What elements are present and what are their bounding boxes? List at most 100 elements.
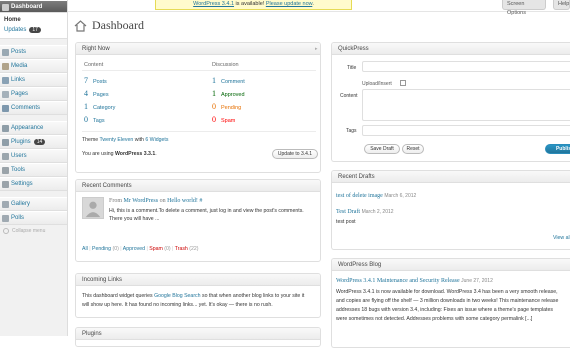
sidebar-item-dashboard[interactable]: Dashboard — [0, 0, 67, 13]
dashboard-submenu: Home Updates 17 — [0, 13, 67, 39]
collapse-menu-button[interactable]: Collapse menu — [0, 225, 67, 237]
widgets-link[interactable]: 6 Widgets — [145, 137, 168, 143]
collapse-arrow-icon — [3, 228, 9, 234]
discussion-row-comment[interactable]: 1 Comment — [212, 76, 245, 85]
users-icon — [2, 153, 9, 160]
comment-author-link[interactable]: Mr WordPress — [124, 198, 159, 204]
recent-comments-title[interactable]: Recent Comments — [76, 180, 320, 192]
incoming-links-widget: Incoming Links This dashboard widget que… — [75, 273, 321, 318]
draft-excerpt: test post — [336, 219, 356, 225]
title-label: Title — [347, 65, 357, 71]
content-row-pages[interactable]: 4 Pages — [84, 89, 109, 98]
content-row-tags[interactable]: 0 Tags — [84, 115, 105, 124]
blog-post-excerpt-line: WordPress 3.4.1 is now available for dow… — [336, 289, 558, 295]
filter-approved[interactable]: Approved — [123, 246, 145, 252]
avatar — [82, 197, 104, 219]
filter-pending[interactable]: Pending — [92, 246, 111, 252]
publish-button[interactable]: Publish — [545, 144, 570, 154]
incoming-links-line2: will show up here. It has found no incom… — [82, 302, 273, 308]
please-update-link[interactable]: Please update now — [266, 1, 312, 7]
content-row-posts[interactable]: 7 Posts — [84, 76, 107, 85]
quickpress-title[interactable]: QuickPress — [332, 43, 570, 55]
content-label: Content — [340, 93, 358, 99]
blog-post-link[interactable]: WordPress 3.4.1 Maintenance and Security… — [336, 278, 460, 284]
comment-excerpt-line2: There you will have ... — [109, 216, 160, 222]
recent-drafts-title[interactable]: Recent Drafts — [332, 171, 570, 183]
tags-label: Tags — [346, 128, 357, 134]
page-icon — [2, 91, 9, 98]
draft-item: Test Draft March 2, 2012 — [336, 209, 394, 215]
sidebar-item-appearance[interactable]: Appearance — [0, 121, 67, 135]
discussion-row-approved[interactable]: 1 Approved — [212, 89, 245, 98]
widget-toggle-arrow-icon[interactable]: ▸ — [315, 46, 318, 52]
comment-excerpt-line1: Hi, this is a comment.To delete a commen… — [109, 208, 304, 214]
pin-icon — [2, 49, 9, 56]
dashboard-icon — [2, 4, 9, 11]
sidebar-item-links[interactable]: Links — [0, 73, 67, 87]
version-info: You are using WordPress 3.3.1. — [82, 151, 157, 157]
plugins-count-badge: 14 — [33, 139, 46, 145]
incoming-links-title[interactable]: Incoming Links — [76, 274, 320, 286]
draft-link[interactable]: test of delete image — [336, 193, 383, 199]
page-title: Dashboard — [92, 18, 144, 32]
tags-input[interactable] — [362, 125, 570, 136]
right-now-widget: Right Now Content Discussion 7 Posts 4 Pag… — [75, 42, 321, 173]
save-draft-button[interactable]: Save Draft — [364, 144, 400, 154]
comment-meta: From Mr WordPress on Hello world! # — [109, 198, 203, 204]
submenu-updates[interactable]: Updates 17 — [4, 25, 67, 35]
comment-permalink[interactable]: # — [198, 198, 202, 204]
plug-icon — [2, 139, 9, 146]
recent-drafts-widget: Recent Drafts test of delete image March… — [331, 170, 570, 250]
sidebar-item-plugins[interactable]: Plugins 14 — [0, 135, 67, 149]
blog-post-excerpt-line: and copies are flying off the shelf — 3 … — [336, 298, 559, 304]
help-button[interactable]: Help — [553, 0, 570, 10]
theme-info: Theme Twenty Eleven with 6 Widgets — [82, 137, 169, 143]
filter-all[interactable]: All — [82, 246, 88, 252]
content-textarea[interactable] — [362, 89, 570, 121]
screen-options-button[interactable]: Screen Options — [502, 0, 546, 16]
upload-insert-label: Upload/Insert — [362, 81, 392, 87]
filter-spam[interactable]: Spam — [149, 246, 163, 252]
draft-link[interactable]: Test Draft — [336, 209, 360, 215]
sidebar-item-comments[interactable]: Comments — [0, 101, 67, 115]
discussion-row-spam[interactable]: 0 Spam — [212, 115, 235, 124]
blog-post-excerpt-line: addresses 18 bugs with version 3.4, incl… — [336, 307, 553, 313]
page-header: Dashboard — [74, 18, 144, 33]
discussion-row-pending[interactable]: 0 Pending — [212, 102, 241, 111]
submenu-home[interactable]: Home — [4, 15, 67, 25]
home-icon — [74, 20, 87, 32]
wordpress-blog-title[interactable]: WordPress Blog — [332, 259, 570, 271]
content-row-category[interactable]: 1 Category — [84, 102, 115, 111]
sidebar-item-settings[interactable]: Settings — [0, 177, 67, 191]
right-now-title[interactable]: Right Now — [76, 43, 320, 55]
comment-post-link[interactable]: Hello world! — [167, 198, 198, 204]
link-icon — [2, 77, 9, 84]
sidebar-item-media[interactable]: Media — [0, 59, 67, 73]
blog-post-excerpt-line: were sometimes not detected. Addresses p… — [336, 316, 533, 322]
sidebar-item-gallery[interactable]: Gallery — [0, 197, 67, 211]
sidebar-item-polls[interactable]: Polls — [0, 211, 67, 225]
add-media-icon[interactable] — [400, 80, 406, 86]
update-version-button[interactable]: Update to 3.4.1 — [272, 149, 318, 159]
settings-icon — [2, 181, 9, 188]
blog-post-heading: WordPress 3.4.1 Maintenance and Security… — [336, 278, 493, 284]
sidebar-item-pages[interactable]: Pages — [0, 87, 67, 101]
google-blog-search-link[interactable]: Google Blog Search — [154, 293, 200, 299]
content-heading: Content — [84, 62, 104, 68]
incoming-links-line1: This dashboard widget queries Google Blo… — [82, 293, 305, 299]
theme-link[interactable]: Twenty Eleven — [100, 137, 134, 143]
sidebar-item-posts[interactable]: Posts — [0, 45, 67, 59]
discussion-heading: Discussion — [212, 62, 239, 68]
comment-filters: All | Pending (0) | Approved | Spam (0) … — [82, 246, 199, 252]
update-version-link[interactable]: WordPress 3.4.1 — [193, 1, 234, 7]
plugins-widget-title[interactable]: Plugins — [76, 328, 320, 340]
sidebar-item-tools[interactable]: Tools — [0, 163, 67, 177]
appearance-icon — [2, 125, 9, 132]
reset-button[interactable]: Reset — [402, 144, 424, 154]
title-input[interactable] — [362, 61, 570, 72]
sidebar-item-users[interactable]: Users — [0, 149, 67, 163]
plugins-widget: Plugins — [75, 327, 321, 347]
polls-icon — [2, 215, 9, 222]
filter-trash[interactable]: Trash — [175, 246, 188, 252]
view-all-drafts-link[interactable]: View al — [553, 234, 570, 242]
